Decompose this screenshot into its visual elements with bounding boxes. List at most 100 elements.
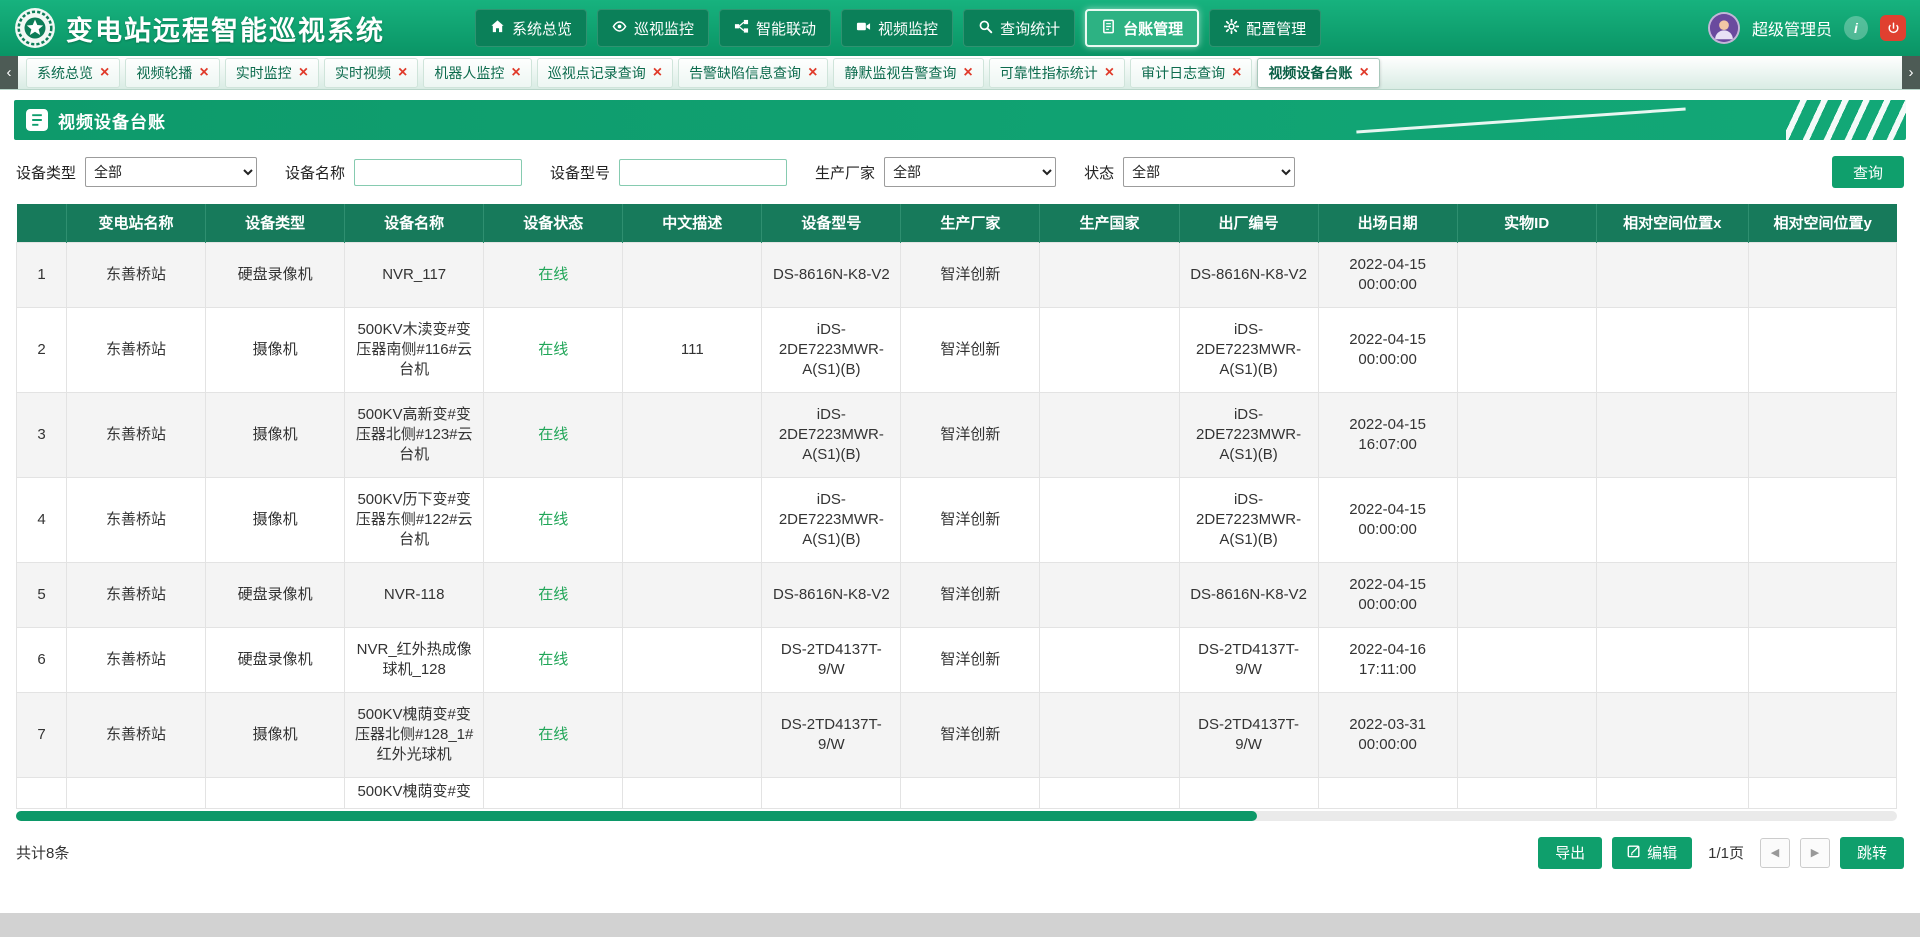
nav-config-mgmt[interactable]: 配置管理: [1209, 9, 1321, 47]
manufacturer-select[interactable]: 全部: [884, 157, 1056, 187]
decorative-stripes: [1786, 100, 1906, 140]
tab-close-icon[interactable]: ×: [100, 65, 109, 81]
tab-realtime-monitor[interactable]: 实时监控×: [225, 58, 319, 88]
table-row[interactable]: 7东善桥站摄像机500KV槐荫变#变压器北侧#128_1#红外光球机在线DS-2…: [17, 692, 1897, 777]
table-row[interactable]: 6东善桥站硬盘录像机NVR_红外热成像球机_128在线DS-2TD4137T-9…: [17, 627, 1897, 692]
device-name-input[interactable]: [354, 159, 522, 186]
cell-serial-no: iDS-2DE7223MWR-A(S1)(B): [1179, 307, 1318, 392]
tab-video-device-ledger[interactable]: 视频设备台账 ×: [1257, 58, 1379, 88]
tab-close-icon[interactable]: ×: [511, 65, 520, 81]
device-model-input[interactable]: [619, 159, 787, 186]
tab-close-icon[interactable]: ×: [808, 65, 817, 81]
nav-system-overview[interactable]: 系统总览: [475, 9, 587, 47]
nav-video-monitor[interactable]: 视频监控: [841, 9, 953, 47]
tab-close-icon[interactable]: ×: [653, 65, 662, 81]
cell-serial-no: iDS-2DE7223MWR-A(S1)(B): [1179, 477, 1318, 562]
cell-device-name: 500KV历下变#变压器东侧#122#云台机: [345, 477, 484, 562]
power-icon[interactable]: [1880, 15, 1906, 41]
info-icon[interactable]: i: [1844, 16, 1868, 40]
nav-ledger-mgmt[interactable]: 台账管理: [1085, 9, 1199, 47]
tab-close-icon[interactable]: ×: [398, 65, 407, 81]
edit-button[interactable]: 编辑: [1612, 837, 1692, 869]
column-header-factory-date: 出场日期: [1318, 204, 1457, 242]
tab-bar: ‹ 系统总览×视频轮播×实时监控×实时视频×机器人监控×巡视点记录查询×告警缺陷…: [0, 56, 1920, 90]
jump-button[interactable]: 跳转: [1840, 837, 1904, 869]
horizontal-scrollbar[interactable]: [16, 811, 1897, 821]
edit-button-label: 编辑: [1647, 842, 1677, 863]
nav-query-stats[interactable]: 查询统计: [963, 9, 1075, 47]
tab-patrol-record-query[interactable]: 巡视点记录查询×: [537, 58, 673, 88]
tab-close-icon[interactable]: ×: [1105, 65, 1114, 81]
device-table-wrap: 变电站名称设备类型设备名称设备状态中文描述设备型号生产厂家生产国家出厂编号出场日…: [16, 204, 1904, 821]
tab-scroll-right-icon[interactable]: ›: [1902, 56, 1920, 89]
device-type-select[interactable]: 全部: [85, 157, 257, 187]
export-button[interactable]: 导出: [1538, 837, 1602, 869]
filter-status: 状态 全部: [1084, 157, 1295, 187]
cell-seq: 6: [17, 627, 67, 692]
column-header-country: 生产国家: [1040, 204, 1179, 242]
tab-video-carousel[interactable]: 视频轮播×: [125, 58, 219, 88]
cell-position-y: [1748, 477, 1896, 562]
tab-alarm-defect-query[interactable]: 告警缺陷信息查询×: [678, 58, 828, 88]
tab-silent-alarm-query[interactable]: 静默监视告警查询 ×: [833, 58, 983, 88]
cell-serial-no: iDS-2DE7223MWR-A(S1)(B): [1179, 392, 1318, 477]
user-avatar[interactable]: [1708, 12, 1740, 44]
scrollbar-thumb[interactable]: [16, 811, 1257, 821]
table-row[interactable]: 500KV槐荫变#变: [17, 777, 1897, 808]
next-page-button[interactable]: ▶: [1800, 838, 1830, 868]
tab-label: 视频设备台账: [1268, 63, 1352, 83]
tab-label: 实时视频: [335, 63, 391, 83]
cell-device-name: NVR-118: [345, 562, 484, 627]
nav-label: 智能联动: [756, 18, 816, 39]
user-name: 超级管理员: [1752, 16, 1832, 40]
nav-smart-linkage[interactable]: 智能联动: [719, 9, 831, 47]
table-row[interactable]: 2东善桥站摄像机500KV木渎变#变压器南侧#116#云台机在线111iDS-2…: [17, 307, 1897, 392]
cell-station: 东善桥站: [67, 562, 206, 627]
tab-close-icon[interactable]: ×: [199, 65, 208, 81]
cell-device-name: 500KV槐荫变#变压器北侧#128_1#红外光球机: [345, 692, 484, 777]
prev-page-button[interactable]: ◀: [1760, 838, 1790, 868]
column-header-device-type: 设备类型: [206, 204, 345, 242]
table-row[interactable]: 3东善桥站摄像机500KV高新变#变压器北侧#123#云台机在线iDS-2DE7…: [17, 392, 1897, 477]
device-type-label: 设备类型: [16, 162, 76, 183]
cell-physical-id: [1457, 477, 1596, 562]
cell-factory-date: [1318, 777, 1457, 808]
column-header-position-y: 相对空间位置y: [1748, 204, 1896, 242]
cell-device-status: 在线: [484, 562, 623, 627]
table-row[interactable]: 1东善桥站硬盘录像机NVR_117在线DS-8616N-K8-V2智洋创新DS-…: [17, 242, 1897, 307]
cell-station: 东善桥站: [67, 392, 206, 477]
tab-robot-monitor[interactable]: 机器人监控×: [423, 58, 531, 88]
cell-description: [623, 562, 762, 627]
filter-manufacturer: 生产厂家 全部: [815, 157, 1056, 187]
column-header-physical-id: 实物ID: [1457, 204, 1596, 242]
main-nav: 系统总览 巡视监控 智能联动 视频监控 查询统计: [475, 9, 1321, 47]
tab-close-icon[interactable]: ×: [1359, 65, 1368, 81]
tab-label: 静默监视告警查询: [844, 63, 956, 83]
table-row[interactable]: 4东善桥站摄像机500KV历下变#变压器东侧#122#云台机在线iDS-2DE7…: [17, 477, 1897, 562]
tab-scroll-left-icon[interactable]: ‹: [0, 56, 18, 89]
query-button[interactable]: 查询: [1832, 156, 1904, 188]
cell-model: iDS-2DE7223MWR-A(S1)(B): [762, 392, 901, 477]
tab-realtime-video[interactable]: 实时视频 ×: [324, 58, 418, 88]
tab-close-icon[interactable]: ×: [1232, 65, 1241, 81]
column-header-station: 变电站名称: [67, 204, 206, 242]
column-header-position-x: 相对空间位置x: [1596, 204, 1748, 242]
nav-label: 视频监控: [878, 18, 938, 39]
cell-device-type: 硬盘录像机: [206, 562, 345, 627]
cell-position-y: [1748, 307, 1896, 392]
tab-audit-log-query[interactable]: 审计日志查询×: [1130, 58, 1252, 88]
device-model-label: 设备型号: [550, 162, 610, 183]
filter-bar: 设备类型 全部 设备名称 设备型号 生产厂家 全部 状态 全部 查询: [0, 140, 1920, 200]
tab-reliability-stats[interactable]: 可靠性指标统计×: [989, 58, 1125, 88]
status-select[interactable]: 全部: [1123, 157, 1295, 187]
nav-patrol-monitor[interactable]: 巡视监控: [597, 9, 709, 47]
cell-device-status: [484, 777, 623, 808]
user-area: 超级管理员 i: [1708, 12, 1906, 44]
tab-close-icon[interactable]: ×: [299, 65, 308, 81]
cell-device-name: NVR_117: [345, 242, 484, 307]
tab-system-overview[interactable]: 系统总览×: [26, 58, 120, 88]
cell-physical-id: [1457, 627, 1596, 692]
table-row[interactable]: 5东善桥站硬盘录像机NVR-118在线DS-8616N-K8-V2智洋创新DS-…: [17, 562, 1897, 627]
cell-physical-id: [1457, 242, 1596, 307]
tab-close-icon[interactable]: ×: [963, 65, 972, 81]
